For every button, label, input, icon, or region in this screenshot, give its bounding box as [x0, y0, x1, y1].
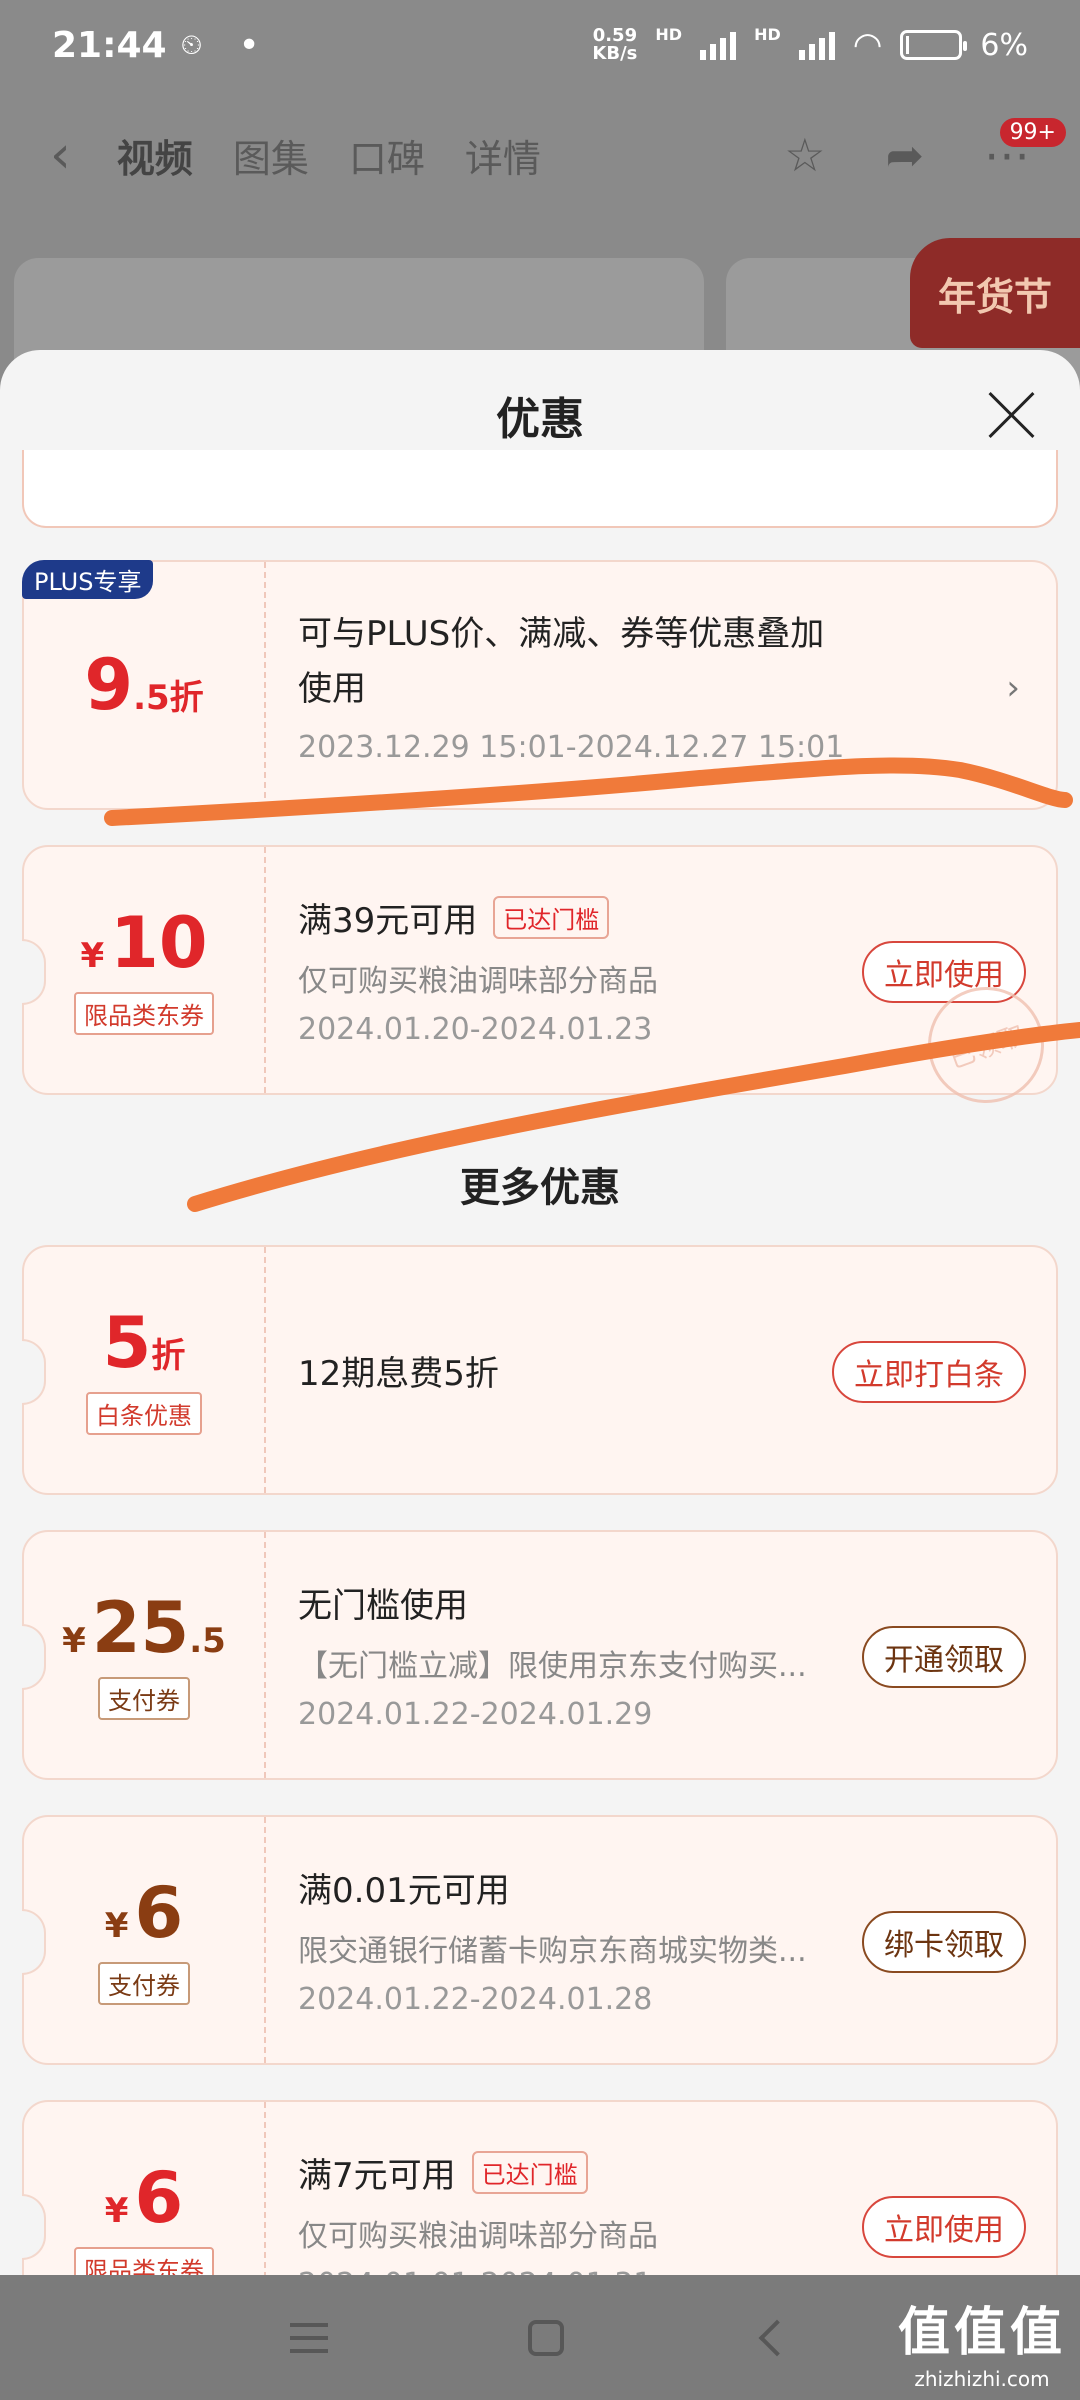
- close-icon[interactable]: [986, 390, 1036, 440]
- amount-big: 9: [84, 644, 134, 726]
- coupon-card: ¥ 10 限品类东券 满39元可用 已达门槛 仅可购买粮油调味部分商品 2024.…: [22, 845, 1061, 1120]
- battery-percent: 6%: [980, 27, 1028, 63]
- coupon-notch: [22, 2194, 46, 2260]
- coupon-date: 2024.01.01-2024.01.31: [298, 2267, 1056, 2275]
- wifi-icon: ◠: [852, 25, 883, 65]
- payment-coupon-card: ¥ 25 .5 支付券 无门槛使用 【无门槛立减】限使用京东支付购买... 20…: [22, 1530, 1058, 1780]
- amount-big: 6: [134, 2156, 184, 2239]
- back-arrow-icon[interactable]: ‹: [50, 125, 71, 185]
- more-discounts-title: 更多优惠: [460, 1165, 620, 1211]
- status-time: 21:44: [52, 24, 167, 66]
- network-speed: 0.59 KB/s: [592, 27, 637, 63]
- star-icon[interactable]: ☆: [784, 128, 825, 182]
- watermark-site: zhizhizhi.com: [914, 2367, 1050, 2391]
- amount-big: 10: [110, 901, 208, 984]
- status-bar: 21:44 ⏲ • 0.59 KB/s HD HD ◠ 6%: [0, 0, 1080, 90]
- alarm-icon: ⏲: [180, 28, 203, 61]
- coupon-title: 可与PLUS价、满减、券等优惠叠加: [298, 613, 825, 654]
- plus-discount-card[interactable]: PLUS专享 9 .5折 可与PLUS价、满减、券等优惠叠加 使用 2023.1…: [22, 560, 1058, 810]
- coupon-date: 2024.01.22-2024.01.28: [298, 1982, 653, 2017]
- coupon-desc: 【无门槛立减】限使用京东支付购买...: [298, 1649, 807, 1684]
- watermark-logo: 值值值: [897, 2303, 1066, 2363]
- menu-icon[interactable]: [290, 2322, 328, 2353]
- baitiao-button[interactable]: 立即打白条: [832, 1341, 1026, 1403]
- coupon-card: ¥ 6 限品类东券 满7元可用已达门槛 仅可购买粮油调味部分商品 2024.01…: [22, 2100, 1058, 2275]
- tab-reviews[interactable]: 口碑: [349, 128, 425, 183]
- coupon-amount: 5 折: [103, 1306, 186, 1380]
- currency-symbol: ¥: [104, 1905, 129, 1946]
- coupon-title: 无门槛使用: [298, 1586, 468, 1626]
- coupon-type-tag: 白条优惠: [86, 1391, 202, 1435]
- tab-video[interactable]: 视频: [117, 128, 193, 183]
- coupon-title: 满39元可用: [298, 901, 478, 941]
- use-now-button[interactable]: 立即使用: [862, 2196, 1026, 2258]
- coupon-notch: [22, 1624, 46, 1690]
- coupon-type-tag: 限品类东券: [74, 991, 214, 1035]
- festival-banner: 年货节: [910, 238, 1080, 348]
- coupon-date: 2024.01.22-2024.01.29: [298, 1697, 653, 1732]
- hd-label-2: HD: [754, 25, 781, 44]
- coupon-notch: [22, 1339, 46, 1405]
- amount-small: 折: [151, 1335, 186, 1376]
- currency-symbol: ¥: [104, 2190, 129, 2231]
- page-top-nav: ‹ 视频 图集 口碑 详情 ☆ ➦ ⋯: [0, 110, 1080, 200]
- network-speed-unit: KB/s: [592, 43, 638, 64]
- sheet-title: 优惠: [496, 394, 584, 445]
- coupon-notch: [22, 1909, 46, 1975]
- coupon-notch: [22, 939, 46, 1005]
- coupon-date: 2023.12.29 15:01-2024.12.27 15:01: [298, 729, 845, 765]
- coupon-type-tag: 限品类东券: [74, 2246, 214, 2275]
- coupon-title: 满0.01元可用: [298, 1871, 510, 1911]
- payment-coupon-card: ¥ 6 支付券 满0.01元可用 限交通银行储蓄卡购京东商城实物类... 202…: [22, 1815, 1058, 2065]
- home-icon[interactable]: [528, 2319, 564, 2356]
- amount-small: .5折: [133, 678, 204, 718]
- amount-big: 25: [91, 1586, 190, 1669]
- open-and-claim-button[interactable]: 开通领取: [862, 1626, 1026, 1688]
- amount-big: 5: [102, 1301, 152, 1384]
- currency-symbol: ¥: [80, 935, 105, 976]
- amount-small: .5: [189, 1620, 226, 1661]
- back-icon[interactable]: [758, 2319, 796, 2356]
- chevron-right-icon[interactable]: ›: [1006, 668, 1020, 708]
- watermark: 值值值 zhizhizhi.com: [898, 2290, 1066, 2391]
- coupon-desc: 限交通银行储蓄卡购京东商城实物类...: [298, 1934, 807, 1969]
- baitiao-coupon-card: 5 折 白条优惠 12期息费5折 立即打白条: [22, 1245, 1058, 1495]
- bind-card-claim-button[interactable]: 绑卡领取: [862, 1911, 1026, 1973]
- coupon-desc: 仅可购买粮油调味部分商品: [298, 964, 658, 999]
- discount-amount: 9 .5折: [84, 648, 203, 722]
- discount-sheet: 优惠 PLUS专享 9 .5折 可与PLUS价、满减、券等优惠叠加 使用 202…: [0, 350, 1080, 2275]
- coupon-title: 满7元可用: [298, 2156, 456, 2196]
- tab-gallery[interactable]: 图集: [233, 128, 309, 183]
- previous-card-edge: [22, 450, 1058, 528]
- coupon-amount: ¥ 25 .5: [62, 1591, 226, 1665]
- signal-icon-2: [798, 30, 835, 60]
- coupon-amount: ¥ 6: [105, 1876, 183, 1950]
- coupon-type-tag: 支付券: [98, 1961, 190, 2005]
- threshold-reached-badge: 已达门槛: [471, 2151, 588, 2194]
- amount-big: 6: [134, 1871, 184, 1954]
- share-icon[interactable]: ➦: [885, 128, 924, 182]
- tab-details[interactable]: 详情: [465, 128, 541, 183]
- battery-icon: [900, 30, 968, 60]
- currency-symbol: ¥: [62, 1620, 86, 1661]
- message-badge: 99+: [999, 118, 1066, 147]
- coupon-title-line2: 使用: [298, 668, 366, 709]
- notification-dot-icon: •: [238, 24, 260, 66]
- coupon-amount: ¥ 6: [105, 2161, 183, 2235]
- threshold-reached-badge: 已达门槛: [493, 896, 610, 939]
- coupon-type-tag: 支付券: [98, 1676, 190, 1720]
- coupon-amount: ¥ 10: [80, 906, 207, 980]
- signal-icon-1: [700, 30, 737, 60]
- hd-label-1: HD: [655, 25, 683, 44]
- coupon-desc: 仅可购买粮油调味部分商品: [298, 2219, 658, 2254]
